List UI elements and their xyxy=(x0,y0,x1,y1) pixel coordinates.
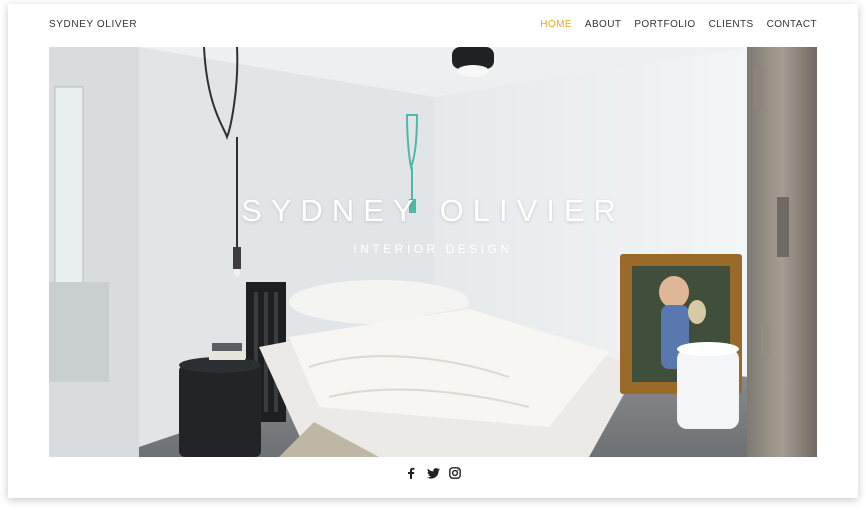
main-nav: HOME ABOUT PORTFOLIO CLIENTS CONTACT xyxy=(540,19,817,30)
twitter-icon[interactable] xyxy=(426,466,440,480)
brand-logo-link[interactable]: SYDNEY OLIVER xyxy=(49,19,137,30)
nav-about[interactable]: ABOUT xyxy=(585,19,621,30)
instagram-icon[interactable] xyxy=(448,466,462,480)
nav-clients[interactable]: CLIENTS xyxy=(709,19,754,30)
social-links xyxy=(8,466,858,480)
hero-title: SYDNEY OLIVIER xyxy=(241,193,625,228)
site-header: SYDNEY OLIVER HOME ABOUT PORTFOLIO CLIEN… xyxy=(8,4,858,46)
nav-contact[interactable]: CONTACT xyxy=(767,19,817,30)
hero-banner: SYDNEY OLIVIER INTERIOR DESIGN xyxy=(49,47,817,457)
hero-subtitle: INTERIOR DESIGN xyxy=(353,242,513,256)
nav-home[interactable]: HOME xyxy=(540,19,572,30)
facebook-icon[interactable] xyxy=(404,466,418,480)
page-card: SYDNEY OLIVER HOME ABOUT PORTFOLIO CLIEN… xyxy=(8,4,858,498)
nav-portfolio[interactable]: PORTFOLIO xyxy=(634,19,695,30)
